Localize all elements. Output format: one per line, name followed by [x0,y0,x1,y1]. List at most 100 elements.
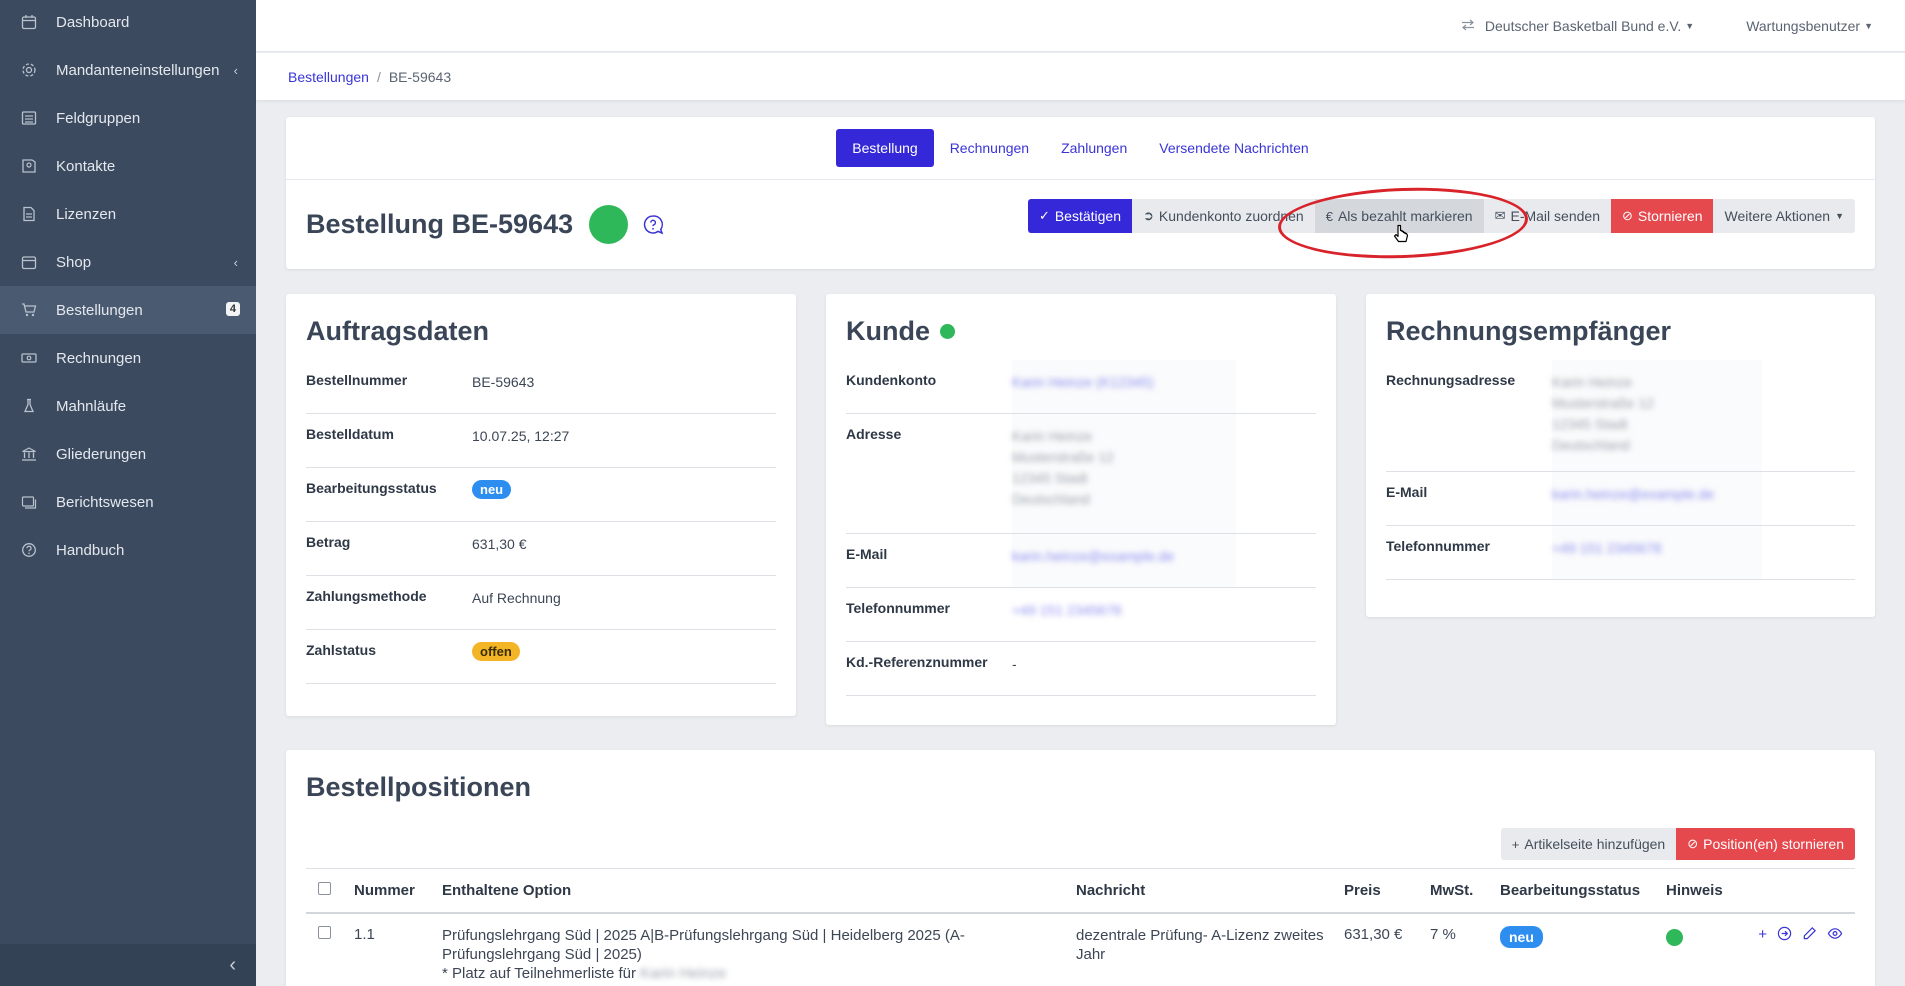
sidebar-item-handbuch[interactable]: Handbuch [0,526,256,574]
user-menu[interactable]: Wartungsbenutzer ▼ [1746,18,1873,34]
section-title: Rechnungsempfänger [1386,316,1672,346]
row-checkbox[interactable] [318,926,331,939]
organization-name: Deutscher Basketball Bund e.V. [1484,17,1682,34]
column-header: Bearbeitungsstatus [1500,882,1641,899]
option-note: * Platz auf Teilnehmerliste für [442,965,636,982]
column-header: Enthaltene Option [442,882,572,899]
add-article-button[interactable]: + Artikelseite hinzufügen [1500,828,1677,860]
calendar-icon [20,253,38,271]
section-title-text: Kunde [846,316,930,346]
sidebar-collapse-button[interactable]: ‹ [0,944,256,986]
sidebar-item-mandanteneinstellungen[interactable]: Mandanteneinstellungen ‹ [0,46,256,94]
address-line: Musterstraße 12 [1012,449,1114,465]
column-header: Hinweis [1666,882,1723,899]
column-header: Nachricht [1076,882,1146,899]
organization-switcher[interactable]: Deutscher Basketball Bund e.V. ▼ [1461,18,1694,34]
pencil-icon[interactable] [1802,926,1817,945]
sidebar-item-feldgruppen[interactable]: Feldgruppen [0,94,256,142]
status-indicator [589,205,629,244]
send-email-button[interactable]: ✉ E-Mail senden [1483,199,1611,233]
sidebar-item-berichtswesen[interactable]: Berichtswesen [0,478,256,526]
kv-row: Bestelldatum 10.07.25, 12:27 [306,414,776,468]
help-bubble-icon[interactable] [642,214,664,236]
kv-label: Bearbeitungsstatus [306,480,437,496]
confirm-button[interactable]: ✓ Bestätigen [1027,199,1133,233]
add-article-label: Artikelseite hinzufügen [1524,836,1666,852]
kv-label: E-Mail [846,546,888,562]
ban-icon: ⊘ [1621,208,1633,223]
payment-method-value: Auf Rechnung [472,590,561,606]
kv-label: Zahlungsmethode [306,588,427,604]
assign-account-button[interactable]: ➲ Kundenkonto zuordnen [1132,199,1315,233]
arrow-circle-icon[interactable] [1777,926,1792,945]
sidebar-item-label: Feldgruppen [56,109,141,127]
sidebar: Dashboard Mandanteneinstellungen ‹ Feldg… [0,0,256,986]
cancel-order-button[interactable]: ⊘ Stornieren [1610,199,1714,233]
confirm-label: Bestätigen [1054,208,1122,224]
sidebar-item-mahnlaeufe[interactable]: Mahnläufe [0,382,256,430]
status-badge: neu [472,480,512,499]
file-icon [20,205,38,223]
caret-down-icon: ▼ [1835,211,1844,221]
book-icon [20,157,38,175]
kv-row: Telefonnummer +49 151 2345678 [846,588,1316,642]
sidebar-item-shop[interactable]: Shop ‹ [0,238,256,286]
send-email-label: E-Mail senden [1510,208,1600,224]
phone-link[interactable]: +49 151 2345678 [1012,602,1121,618]
status-badge: neu [1500,926,1543,948]
customer-account-link[interactable]: Karin Heinze (K12345) [1012,374,1154,390]
select-all-checkbox[interactable] [318,882,331,895]
option-text: Prüfungslehrgang Süd | 2025 A|B-Prüfungs… [442,927,965,963]
sidebar-item-bestellungen[interactable]: Bestellungen 4 [0,286,256,334]
sidebar-item-kontakte[interactable]: Kontakte [0,142,256,190]
sidebar-item-gliederungen[interactable]: Gliederungen [0,430,256,478]
tab-rechnungen[interactable]: Rechnungen [934,129,1045,167]
kv-row: Bestellnummer BE-59643 [306,360,776,414]
more-actions-label: Weitere Aktionen [1724,208,1831,224]
order-date-value: 10.07.25, 12:27 [472,428,570,444]
email-link[interactable]: karin.heinze@example.de [1012,548,1174,564]
kv-list: Rechnungsadresse Karin Heinze Musterstra… [1386,360,1855,580]
more-actions-button[interactable]: Weitere Aktionen ▼ [1713,199,1855,233]
amount-value: 631,30 € [472,536,527,552]
chevron-left-icon: ‹ [233,62,238,78]
kv-label: Bestellnummer [306,372,408,388]
cancel-positions-button[interactable]: ⊘ Position(en) stornieren [1676,828,1855,860]
billing-phone-link[interactable]: +49 151 2345678 [1552,540,1661,556]
participant-name: Karin Heinze [640,965,727,982]
chevron-left-icon: ‹ [233,254,238,270]
check-icon: ✓ [1038,208,1050,223]
message-cell: dezentrale Prüfung- A-Lizenz zweites Jah… [1076,927,1324,963]
cart-icon [20,301,38,319]
sidebar-item-rechnungen[interactable]: Rechnungen [0,334,256,382]
breadcrumb-link-bestellungen[interactable]: Bestellungen [288,69,369,85]
positions-table: Nummer Enthaltene Option Nachricht Preis… [306,868,1855,983]
sidebar-item-lizenzen[interactable]: Lizenzen [0,190,256,238]
sidebar-item-label: Dashboard [56,13,130,31]
breadcrumb-separator: / [376,68,381,85]
column-header: Preis [1344,882,1381,899]
kv-row: Adresse Karin Heinze Musterstraße 12 123… [846,414,1316,534]
order-tabs: Bestellung Rechnungen Zahlungen Versende… [286,129,1875,167]
section-title: Bestellpositionen [306,772,532,802]
kv-row: Telefonnummer +49 151 2345678 [1386,526,1855,580]
billing-email-link[interactable]: karin.heinze@example.de [1552,486,1714,502]
address-line: 12345 Stadt [1012,470,1088,486]
tab-zahlungen[interactable]: Zahlungen [1045,129,1143,167]
kv-label: Kd.-Referenznummer [846,654,988,670]
kv-row: E-Mail karin.heinze@example.de [1386,472,1855,526]
sidebar-item-dashboard[interactable]: Dashboard [0,0,256,46]
hint-indicator [1666,929,1683,946]
breadcrumb-current: BE-59643 [388,68,452,85]
kv-row: Zahlungsmethode Auf Rechnung [306,576,776,630]
plus-icon[interactable]: + [1758,926,1767,945]
rechnungsempfaenger-card: Rechnungsempfänger Rechnungsadresse Kari… [1366,294,1875,617]
kv-label: Telefonnummer [1386,538,1490,554]
column-header: Nummer [354,882,415,899]
status-indicator [940,324,955,339]
kv-list: Kundenkonto Karin Heinze (K12345) Adress… [846,360,1316,696]
tab-versendete-nachrichten[interactable]: Versendete Nachrichten [1143,129,1324,167]
eye-icon[interactable] [1827,926,1843,945]
table-row: 1.1 Prüfungslehrgang Süd | 2025 A|B-Prüf… [306,914,1855,983]
tab-bestellung[interactable]: Bestellung [836,129,934,167]
